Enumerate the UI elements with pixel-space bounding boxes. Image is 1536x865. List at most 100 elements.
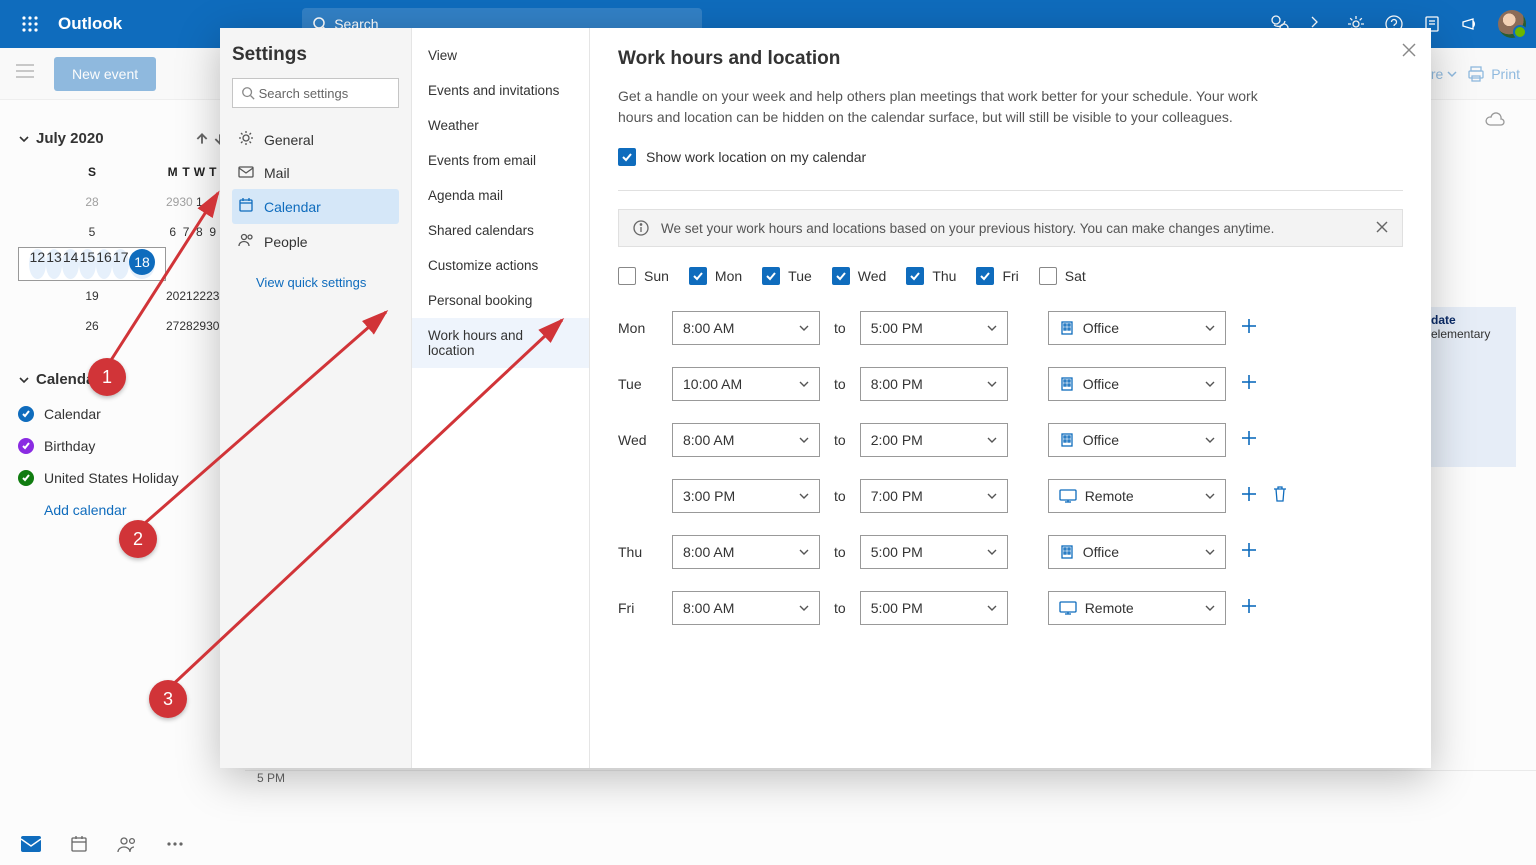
end-time-select[interactable]: 7:00 PM — [860, 479, 1008, 513]
delete-slot-button[interactable] — [1272, 485, 1288, 508]
workday-mon[interactable]: Mon — [689, 267, 742, 285]
settings-nav2-item[interactable]: Shared calendars — [412, 213, 589, 248]
annotation-badge: 2 — [119, 520, 157, 558]
add-slot-button[interactable] — [1240, 427, 1258, 453]
chevron-down-icon — [987, 603, 997, 613]
start-time-select[interactable]: 8:00 AM — [672, 423, 820, 457]
add-calendar-link[interactable]: Add calendar — [18, 494, 227, 526]
start-time-select[interactable]: 3:00 PM — [672, 479, 820, 513]
show-location-checkbox-row[interactable]: Show work location on my calendar — [618, 148, 1403, 166]
left-nav: July 2020 SMTWTFS28293012345678910111213… — [0, 100, 245, 536]
workday-fri[interactable]: Fri — [976, 267, 1018, 285]
location-select[interactable]: Office — [1048, 367, 1226, 401]
settings-search[interactable]: Search settings — [232, 78, 399, 108]
annotation-badge: 3 — [149, 680, 187, 718]
settings-nav1-mail[interactable]: Mail — [232, 157, 399, 189]
chevron-down-icon — [799, 323, 809, 333]
day-label: Thu — [618, 544, 658, 560]
workday-sat[interactable]: Sat — [1039, 267, 1086, 285]
calendar-module-icon[interactable] — [68, 833, 90, 855]
checkbox-icon[interactable] — [689, 267, 707, 285]
location-select[interactable]: Office — [1048, 311, 1226, 345]
megaphone-icon[interactable] — [1460, 14, 1480, 34]
chevron-down-icon — [799, 435, 809, 445]
location-select[interactable]: Office — [1048, 423, 1226, 457]
end-time-select[interactable]: 5:00 PM — [860, 535, 1008, 569]
workday-tue[interactable]: Tue — [762, 267, 812, 285]
app-name: Outlook — [58, 14, 122, 34]
settings-nav2-item[interactable]: Agenda mail — [412, 178, 589, 213]
time-label: 5 PM — [257, 771, 285, 785]
chevron-down-icon — [1205, 547, 1215, 557]
chevron-down-icon — [1205, 323, 1215, 333]
search-icon — [241, 86, 255, 100]
dismiss-banner-button[interactable] — [1376, 221, 1388, 236]
settings-nav1-general[interactable]: General — [232, 122, 399, 157]
location-select[interactable]: Office — [1048, 535, 1226, 569]
work-hours-row: Thu 8:00 AM to 5:00 PM Office — [618, 535, 1403, 569]
close-button[interactable] — [1401, 42, 1417, 63]
building-icon — [1059, 376, 1075, 392]
info-banner: We set your work hours and locations bas… — [618, 209, 1403, 247]
checkbox-icon[interactable] — [976, 267, 994, 285]
add-slot-button[interactable] — [1240, 539, 1258, 565]
month-label: July 2020 — [36, 130, 104, 147]
settings-nav1-calendar[interactable]: Calendar — [232, 189, 399, 224]
end-time-select[interactable]: 2:00 PM — [860, 423, 1008, 457]
to-label: to — [834, 488, 846, 504]
start-time-select[interactable]: 10:00 AM — [672, 367, 820, 401]
more-icon[interactable] — [164, 833, 186, 855]
arrow-up-icon[interactable] — [195, 132, 209, 146]
calendar-list-item[interactable]: Calendar — [18, 398, 227, 430]
start-time-select[interactable]: 8:00 AM — [672, 535, 820, 569]
day-label: Fri — [618, 600, 658, 616]
location-select[interactable]: Remote — [1048, 479, 1226, 513]
day-label: Tue — [618, 376, 658, 392]
start-time-select[interactable]: 8:00 AM — [672, 311, 820, 345]
start-time-select[interactable]: 8:00 AM — [672, 591, 820, 625]
checkbox-icon[interactable] — [1039, 267, 1057, 285]
settings-nav2-item[interactable]: Work hours and location — [412, 318, 589, 368]
settings-nav2-item[interactable]: Customize actions — [412, 248, 589, 283]
mail-module-icon[interactable] — [20, 833, 42, 855]
avatar[interactable] — [1498, 10, 1526, 38]
chevron-down-icon — [987, 323, 997, 333]
settings-nav2-item[interactable]: Weather — [412, 108, 589, 143]
calendar-event[interactable]: date elementary — [1421, 307, 1516, 467]
settings-nav2-item[interactable]: Events and invitations — [412, 73, 589, 108]
checkbox-icon[interactable] — [906, 267, 924, 285]
workday-sun[interactable]: Sun — [618, 267, 669, 285]
add-slot-button[interactable] — [1240, 595, 1258, 621]
checkbox-icon[interactable] — [762, 267, 780, 285]
calendar-list-label: Calendar — [44, 406, 101, 422]
add-slot-button[interactable] — [1240, 371, 1258, 397]
to-label: to — [834, 600, 846, 616]
checkbox-icon[interactable] — [618, 267, 636, 285]
checkbox-checked-icon[interactable] — [618, 148, 636, 166]
add-slot-button[interactable] — [1240, 483, 1258, 509]
chevron-down-icon[interactable] — [18, 133, 30, 145]
location-select[interactable]: Remote — [1048, 591, 1226, 625]
add-slot-button[interactable] — [1240, 315, 1258, 341]
mini-calendar[interactable]: SMTWTFS282930123456789101112131415161718… — [18, 157, 246, 341]
work-hours-row: Mon 8:00 AM to 5:00 PM Office — [618, 311, 1403, 345]
settings-nav1-people[interactable]: People — [232, 224, 399, 259]
view-quick-settings-link[interactable]: View quick settings — [232, 275, 399, 290]
calendar-list-item[interactable]: United States Holiday — [18, 462, 227, 494]
end-time-select[interactable]: 5:00 PM — [860, 311, 1008, 345]
chevron-down-icon — [18, 374, 30, 386]
settings-nav2-item[interactable]: Events from email — [412, 143, 589, 178]
end-time-select[interactable]: 8:00 PM — [860, 367, 1008, 401]
checkbox-icon[interactable] — [832, 267, 850, 285]
end-time-select[interactable]: 5:00 PM — [860, 591, 1008, 625]
chevron-down-icon — [799, 379, 809, 389]
app-launcher-icon[interactable] — [10, 16, 50, 32]
workday-wed[interactable]: Wed — [832, 267, 887, 285]
settings-nav2-item[interactable]: Personal booking — [412, 283, 589, 318]
people-module-icon[interactable] — [116, 833, 138, 855]
show-location-label: Show work location on my calendar — [646, 149, 866, 165]
calendar-list-item[interactable]: Birthday — [18, 430, 227, 462]
workday-thu[interactable]: Thu — [906, 267, 956, 285]
chevron-down-icon — [799, 603, 809, 613]
settings-nav2-item[interactable]: View — [412, 38, 589, 73]
